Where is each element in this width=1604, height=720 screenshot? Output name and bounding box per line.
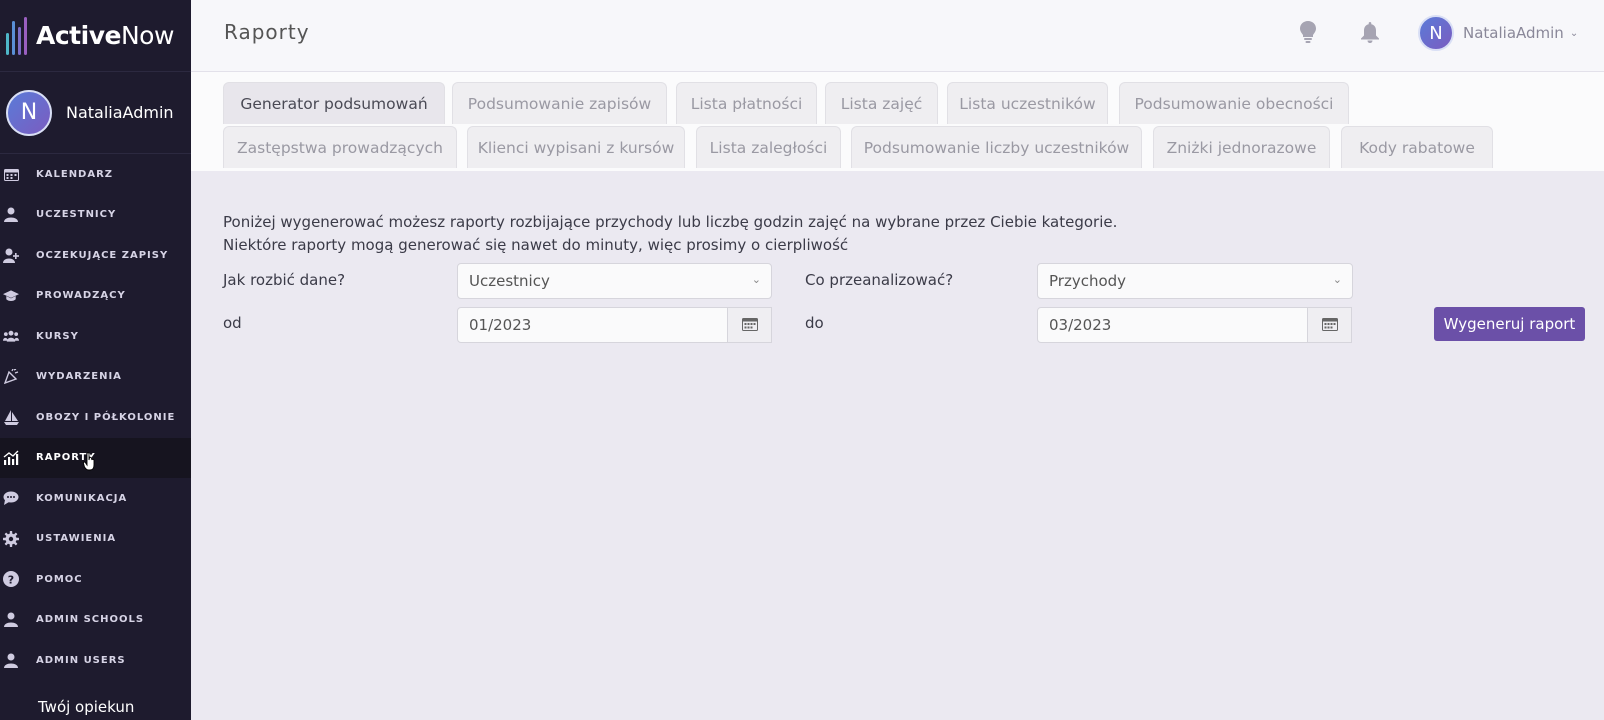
to-calendar-button[interactable] [1308, 307, 1352, 343]
from-date-input[interactable]: 01/2023 [457, 307, 728, 343]
sidebar-item-admin-users[interactable]: ADMIN USERS [0, 640, 191, 681]
sailboat-icon [3, 409, 19, 425]
svg-text:?: ? [8, 574, 14, 587]
from-label: od [223, 314, 242, 332]
sidebar-item-label: PROWADZĄCY [36, 290, 126, 302]
tab-podsumowanie-zapisow[interactable]: Podsumowanie zapisów [452, 82, 667, 124]
sidebar-item-label: POMOC [36, 573, 83, 585]
graduation-cap-icon [3, 288, 19, 304]
sidebar-item-label: KOMUNIKACJA [36, 492, 128, 504]
group-icon [3, 328, 19, 344]
sidebar-item-label: OBOZY I PÓŁKOLONIE [36, 411, 176, 423]
sidebar-item-uczestnicy[interactable]: UCZESTNICY [0, 195, 191, 236]
chat-icon [3, 490, 19, 506]
confetti-icon [3, 369, 19, 385]
tab-lista-zaleglosci[interactable]: Lista zaległości [696, 126, 841, 168]
hand-cursor-icon [82, 451, 96, 475]
avatar: N [1418, 15, 1454, 51]
sidebar-nav: KALENDARZ UCZESTNICY OCZEKUJĄCE ZAPISY P… [0, 154, 191, 681]
calendar-icon [1321, 316, 1338, 335]
sidebar-item-raporty[interactable]: RAPORTY [0, 437, 191, 478]
sidebar-item-label: KALENDARZ [36, 168, 114, 180]
sidebar-item-oczekujace-zapisy[interactable]: OCZEKUJĄCE ZAPISY [0, 235, 191, 276]
sidebar-item-label: KURSY [36, 330, 79, 342]
tab-lista-platnosci[interactable]: Lista płatności [676, 82, 817, 124]
sidebar-item-prowadzacy[interactable]: PROWADZĄCY [0, 276, 191, 317]
bell-icon[interactable] [1359, 20, 1381, 44]
tab-znizki-jednorazowe[interactable]: Zniżki jednorazowe [1153, 126, 1330, 168]
your-advisor-label[interactable]: Twój opiekun [38, 698, 134, 716]
sidebar-item-label: ADMIN USERS [36, 654, 126, 666]
analyze-select-value: Przychody [1049, 272, 1127, 290]
tab-lista-zajec[interactable]: Lista zajęć [825, 82, 938, 124]
to-date-input[interactable]: 03/2023 [1037, 307, 1308, 343]
logo-mark-icon [6, 16, 27, 55]
calendar-icon [3, 166, 19, 182]
report-tabs: Generator podsumowań Podsumowanie zapisó… [191, 72, 1604, 171]
avatar: N [6, 89, 52, 136]
intro-line-1: Poniżej wygenerować możesz raporty rozbi… [223, 213, 1118, 231]
analyze-label: Co przeanalizować? [805, 271, 954, 289]
user-menu[interactable]: N NataliaAdmin ⌄ [1418, 15, 1578, 51]
tab-lista-uczestnikow[interactable]: Lista uczestników [947, 82, 1108, 124]
person-add-icon [3, 247, 19, 263]
generate-report-button[interactable]: Wygeneruj raport [1434, 307, 1585, 341]
to-date-value: 03/2023 [1049, 316, 1112, 334]
user-menu-name: NataliaAdmin [1463, 24, 1564, 42]
sidebar-item-label: USTAWIENIA [36, 533, 117, 545]
sidebar-item-kalendarz[interactable]: KALENDARZ [0, 154, 191, 195]
chevron-down-icon: ⌄ [751, 273, 761, 286]
tab-podsumowanie-liczby-uczestnikow[interactable]: Podsumowanie liczby uczestników [851, 126, 1142, 168]
intro-text: Poniżej wygenerować możesz raporty rozbi… [223, 211, 1117, 257]
split-label: Jak rozbić dane? [223, 271, 346, 289]
sidebar-item-label: ADMIN SCHOOLS [36, 614, 145, 626]
app-logo[interactable]: ActiveNow [0, 0, 191, 72]
sidebar-item-label: WYDARZENIA [36, 371, 122, 383]
tab-kody-rabatowe[interactable]: Kody rabatowe [1341, 126, 1493, 168]
person-icon [3, 207, 19, 223]
chevron-down-icon: ⌄ [1569, 27, 1579, 39]
person-icon [3, 612, 19, 628]
sidebar-user-name: NataliaAdmin [66, 103, 174, 122]
sidebar-item-komunikacja[interactable]: KOMUNIKACJA [0, 478, 191, 519]
page-title: Raporty [224, 20, 310, 44]
lightbulb-icon[interactable] [1297, 20, 1319, 44]
tab-podsumowanie-obecnosci[interactable]: Podsumowanie obecności [1119, 82, 1349, 124]
sidebar-item-admin-schools[interactable]: ADMIN SCHOOLS [0, 600, 191, 641]
sidebar-item-ustawienia[interactable]: USTAWIENIA [0, 519, 191, 560]
analyze-select[interactable]: Przychody ⌄ [1037, 263, 1353, 299]
person-icon [3, 652, 19, 668]
chart-icon [3, 450, 19, 466]
chevron-down-icon: ⌄ [1332, 273, 1342, 286]
app-name: ActiveNow [36, 21, 174, 50]
help-icon: ? [3, 571, 19, 588]
sidebar-item-label: OCZEKUJĄCE ZAPISY [36, 249, 169, 261]
sidebar-item-label: UCZESTNICY [36, 209, 117, 221]
calendar-icon [741, 316, 758, 335]
sidebar-item-wydarzenia[interactable]: WYDARZENIA [0, 357, 191, 398]
split-select[interactable]: Uczestnicy ⌄ [457, 263, 772, 299]
top-header: Raporty N NataliaAdmin ⌄ [191, 0, 1604, 72]
sidebar-user[interactable]: N NataliaAdmin [0, 72, 191, 154]
tab-zastepstwa-prowadzacych[interactable]: Zastępstwa prowadzących [223, 126, 457, 168]
tab-klienci-wypisani[interactable]: Klienci wypisani z kursów [467, 126, 685, 168]
from-calendar-button[interactable] [728, 307, 772, 343]
sidebar: ActiveNow N NataliaAdmin KALENDARZ UCZES… [0, 0, 191, 720]
sidebar-item-pomoc[interactable]: ? POMOC [0, 559, 191, 600]
sidebar-item-kursy[interactable]: KURSY [0, 316, 191, 357]
from-date-value: 01/2023 [469, 316, 532, 334]
gear-icon [3, 530, 19, 547]
intro-line-2: Niektóre raporty mogą generować się nawe… [223, 236, 849, 254]
sidebar-item-obozy-i-polkolonie[interactable]: OBOZY I PÓŁKOLONIE [0, 397, 191, 438]
to-label: do [805, 314, 824, 332]
split-select-value: Uczestnicy [469, 272, 550, 290]
tab-generator-podsumowan[interactable]: Generator podsumowań [223, 82, 445, 124]
